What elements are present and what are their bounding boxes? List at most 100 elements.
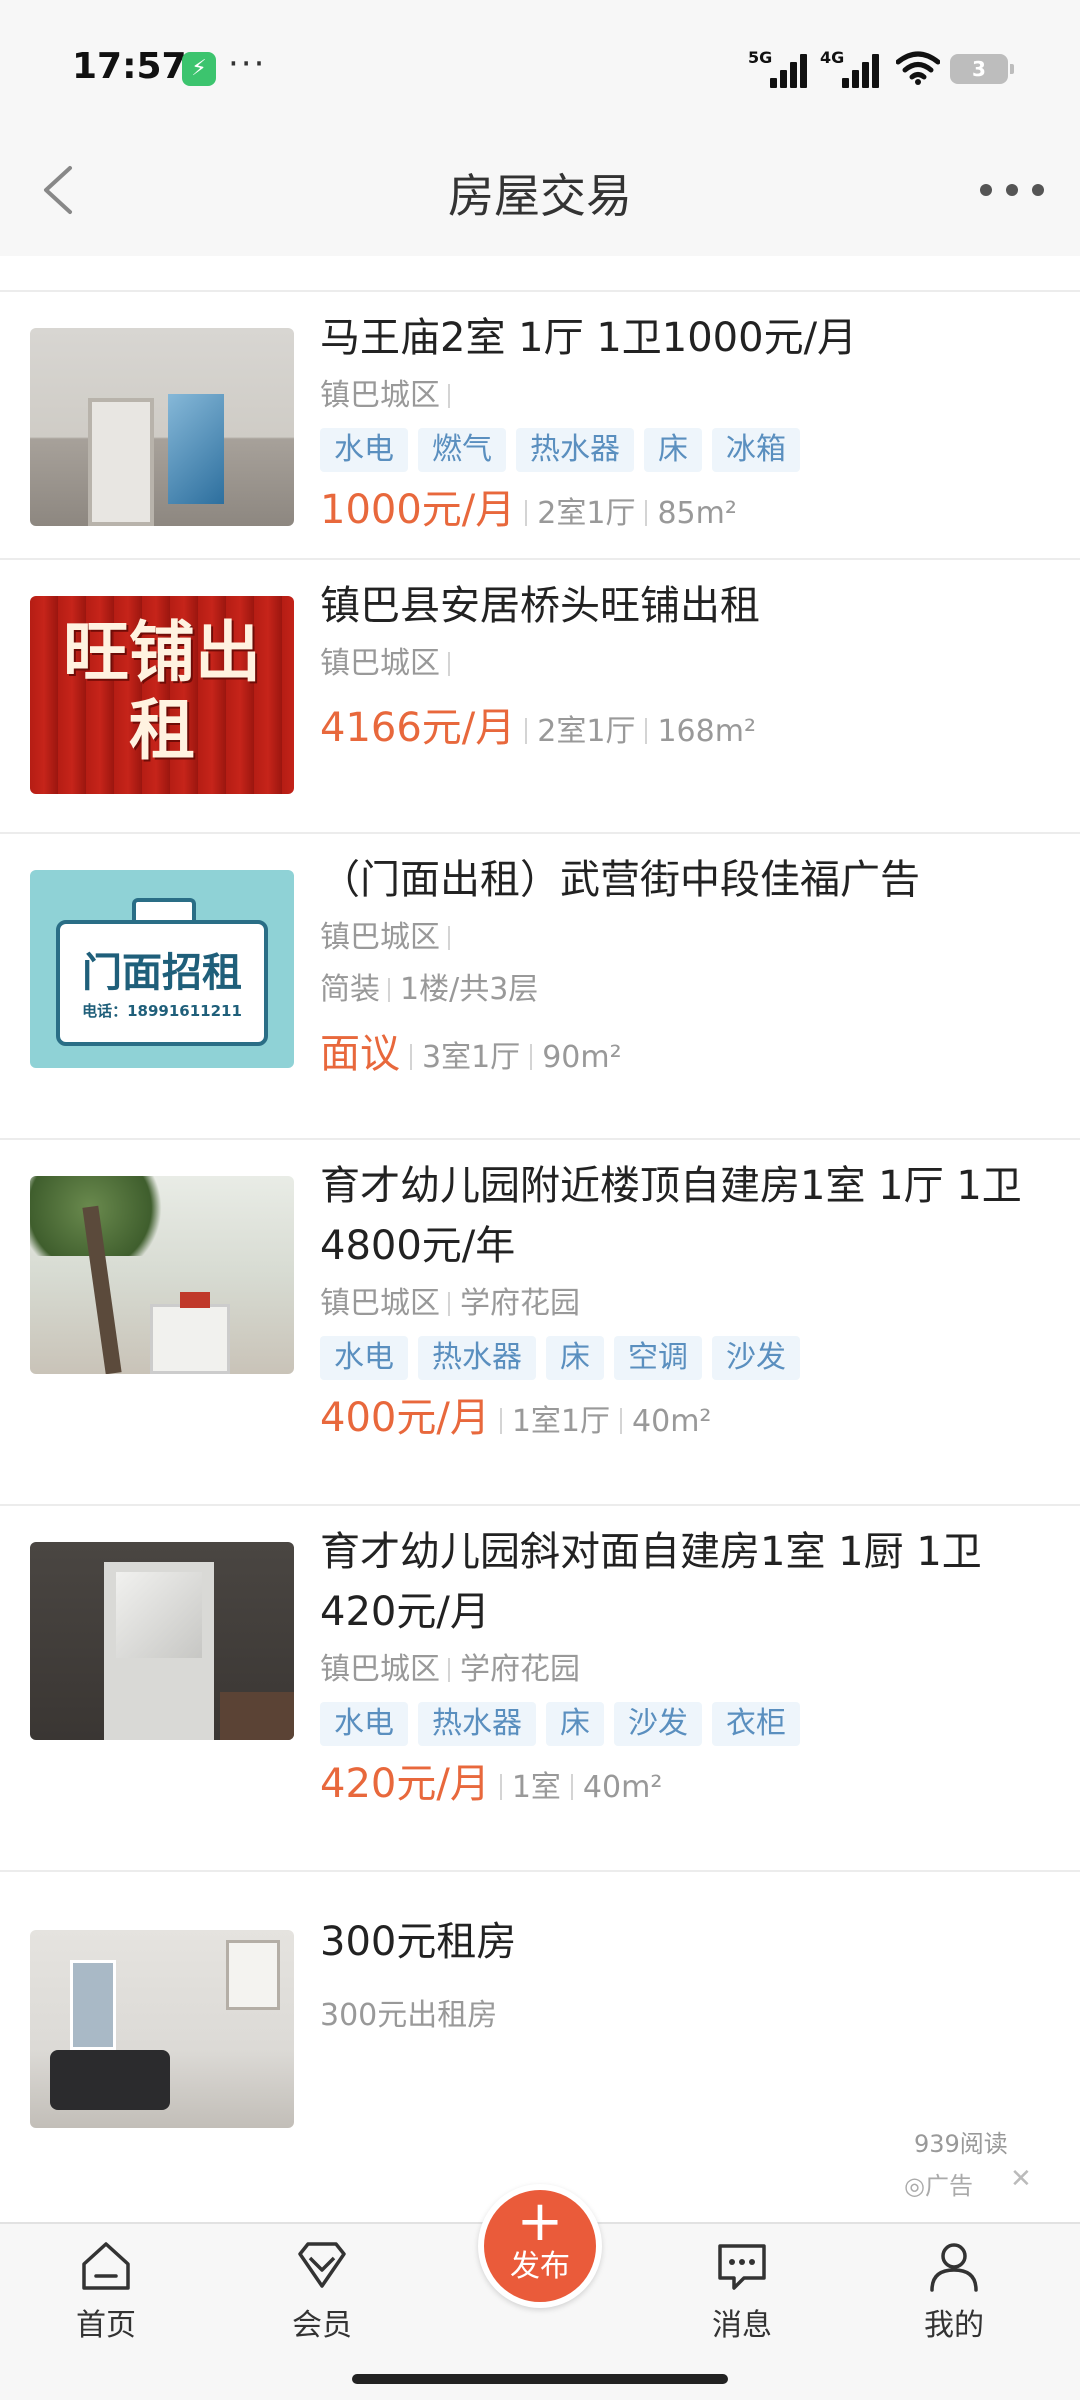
- listing-photo: [30, 328, 294, 526]
- amenity-tag: 热水器: [418, 1336, 536, 1380]
- tab-mine-label: 我的: [924, 2308, 984, 2343]
- listing-price: 4166元/月: [320, 705, 516, 751]
- tab-messages[interactable]: 消息: [682, 2238, 802, 2368]
- ad-listing-item[interactable]: 300元租房 300元出租房 939阅读 ◎广告 ✕: [0, 1872, 1080, 2222]
- home-icon: [82, 2242, 130, 2290]
- amenity-tag: 床: [546, 1336, 604, 1380]
- amenity-tag: 床: [546, 1702, 604, 1746]
- ad-label: ◎广告: [904, 2172, 973, 2200]
- listing-item[interactable]: 门面招租 电话：18991611211 （门面出租）武营街中段佳福广告 镇巴城区…: [0, 834, 1080, 1140]
- listing-location: 镇巴城区: [320, 376, 460, 416]
- listing-tags: 水电 热水器床沙发 衣柜: [320, 1702, 810, 1746]
- listing-location: 镇巴城区 学府花园: [320, 1650, 580, 1690]
- message-icon: [718, 2244, 766, 2290]
- listing-photo: [30, 1176, 294, 1374]
- listing-tags: 水电 燃气 热水器床冰箱: [320, 428, 810, 472]
- amenity-tag: 衣柜: [712, 1702, 800, 1746]
- listing-location: 镇巴城区 学府花园: [320, 1284, 580, 1324]
- bottom-tab-bar: 首页 会员 + 发布 消息 我的: [0, 2184, 1080, 2400]
- amenity-tag: 沙发: [614, 1702, 702, 1746]
- user-icon: [930, 2243, 978, 2292]
- listing-title: 马王庙2室 1厅 1卫1000元/月: [320, 315, 858, 361]
- listing-item[interactable]: 育才幼儿园附近楼顶自建房1室 1厅 1卫4800元/年 镇巴城区 学府花园 水电热…: [0, 1140, 1080, 1506]
- listing-price-line: 面议 3室1厅 90m²: [320, 1026, 622, 1082]
- listing-tags: 水电 热水器床空调 沙发: [320, 1336, 810, 1380]
- listing-floor: 1楼/共3层: [400, 972, 539, 1007]
- listing-subtitle: 300元出租房: [320, 1998, 498, 2033]
- listing-price-line: 420元/月 1室 40m²: [320, 1756, 662, 1812]
- read-count: 939阅读: [914, 2130, 1008, 2158]
- listing-details: 简装 1楼/共3层: [320, 970, 538, 1010]
- listing-photo: [30, 1930, 294, 2128]
- ad-icon: ◎: [904, 2172, 925, 2200]
- listing-list[interactable]: 马王庙2室 1厅 1卫1000元/月 镇巴城区 水电 燃气 热水器床冰箱 1000元…: [0, 256, 1080, 2222]
- amenity-tag: 燃气: [418, 428, 506, 472]
- nav-bar: 房屋交易: [0, 130, 1080, 256]
- tab-member[interactable]: 会员: [262, 2238, 382, 2368]
- amenity-tag: 沙发: [712, 1336, 800, 1380]
- listing-rooms: 2室1厅: [537, 714, 636, 749]
- listing-location: 镇巴城区: [320, 644, 460, 684]
- listing-district: 镇巴城区: [320, 646, 440, 681]
- status-time: 17:57: [72, 46, 187, 87]
- listing-rooms: 3室1厅: [422, 1040, 521, 1075]
- status-bar: 17:57 ⚡ ··· 5G 4G 3: [0, 0, 1080, 130]
- tab-home-label: 首页: [76, 2308, 136, 2343]
- listing-item[interactable]: 育才幼儿园斜对面自建房1室 1厨 1卫420元/月 镇巴城区 学府花园 水电 热水器…: [0, 1506, 1080, 1872]
- listing-photo: 旺铺出租: [30, 596, 294, 794]
- listing-price-line: 4166元/月 2室1厅 168m²: [320, 700, 756, 756]
- publish-button[interactable]: + 发布: [478, 2184, 602, 2308]
- listing-photo-text: 门面招租: [82, 950, 242, 996]
- amenity-tag: 水电: [320, 1702, 408, 1746]
- listing-district: 镇巴城区: [320, 920, 440, 955]
- listing-rooms: 2室1厅: [537, 496, 636, 531]
- listing-photo-phone: 电话：18991611211: [82, 1002, 242, 1020]
- amenity-tag: 床: [644, 428, 702, 472]
- listing-community: 学府花园: [460, 1286, 580, 1321]
- listing-decoration: 简装: [320, 972, 380, 1007]
- amenity-tag: 空调: [614, 1336, 702, 1380]
- battery-saver-icon: ⚡: [182, 52, 216, 86]
- listing-rooms: 1室: [511, 1770, 561, 1805]
- listing-district: 镇巴城区: [320, 378, 440, 413]
- listing-photo: [30, 1542, 294, 1740]
- wifi-icon: [896, 51, 940, 85]
- amenity-tag: 水电: [320, 1336, 408, 1380]
- listing-price: 420元/月: [320, 1761, 490, 1807]
- listing-item[interactable]: 马王庙2室 1厅 1卫1000元/月 镇巴城区 水电 燃气 热水器床冰箱 1000元…: [0, 292, 1080, 560]
- listing-area: 85m²: [657, 496, 737, 531]
- listing-area: 90m²: [542, 1040, 622, 1075]
- amenity-tag: 热水器: [516, 428, 634, 472]
- home-indicator[interactable]: [352, 2374, 728, 2384]
- listing-district: 镇巴城区: [320, 1286, 440, 1321]
- tab-messages-label: 消息: [712, 2308, 772, 2343]
- tab-mine[interactable]: 我的: [894, 2238, 1014, 2368]
- close-icon[interactable]: ✕: [1010, 2164, 1032, 2194]
- listing-rooms: 1室1厅: [511, 1404, 611, 1439]
- more-options-icon[interactable]: [980, 178, 1044, 202]
- listing-district: 镇巴城区: [320, 1652, 440, 1687]
- listing-item[interactable]: 旺铺出租 镇巴县安居桥头旺铺出租 镇巴城区 4166元/月 2室1厅 168m²: [0, 560, 1080, 834]
- page-title: 房屋交易: [448, 169, 632, 223]
- listing-title: （门面出租）武营街中段佳福广告: [320, 857, 920, 903]
- more-notifications-icon: ···: [228, 44, 267, 84]
- publish-label: 发布: [510, 2249, 570, 2284]
- listing-price: 1000元/月: [320, 487, 516, 533]
- listing-area: 40m²: [582, 1770, 663, 1805]
- listing-community: 学府花园: [460, 1652, 580, 1687]
- amenity-tag: 热水器: [418, 1702, 536, 1746]
- listing-title: 育才幼儿园斜对面自建房1室 1厨 1卫420元/月: [320, 1529, 982, 1635]
- plus-icon: +: [516, 2189, 564, 2254]
- listing-title: 育才幼儿园附近楼顶自建房1室 1厅 1卫4800元/年: [320, 1163, 1022, 1269]
- diamond-icon: [298, 2242, 346, 2288]
- amenity-tag: 冰箱: [712, 428, 800, 472]
- listing-photo: 门面招租 电话：18991611211: [30, 870, 294, 1068]
- listing-price: 400元/月: [320, 1395, 490, 1441]
- listing-location: 镇巴城区: [320, 918, 460, 958]
- listing-price: 面议: [320, 1031, 400, 1077]
- listing-price-line: 400元/月 1室1厅 40m²: [320, 1390, 711, 1446]
- tab-home[interactable]: 首页: [46, 2238, 166, 2368]
- battery-icon: 3: [950, 54, 1014, 84]
- listing-area: 40m²: [632, 1404, 712, 1439]
- listing-photo-text: 旺铺出租: [63, 614, 261, 769]
